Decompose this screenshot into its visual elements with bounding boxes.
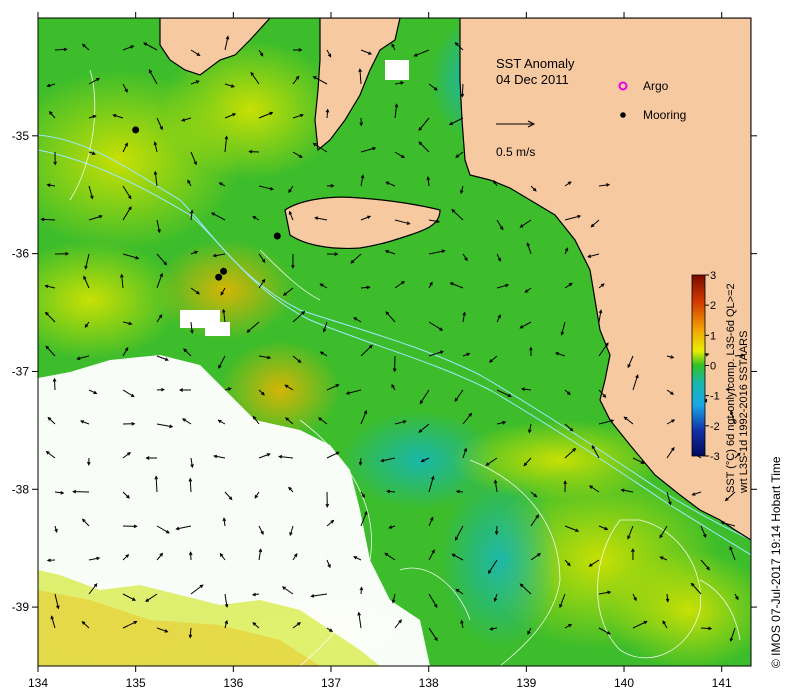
map-title: SST Anomaly (496, 56, 575, 71)
colorbar-ramp (691, 274, 706, 457)
colorbar-tick-label: 2 (710, 300, 716, 312)
x-tick-label: 135 (126, 676, 146, 690)
colorbar-tick-label: 1 (710, 330, 716, 342)
colorbar-tick-label: -3 (710, 451, 720, 463)
mooring-marker (273, 232, 281, 240)
colorbar-title-line1: SST (°C) 6d ngt-only comp. L3S-6d QL>=2 (725, 283, 737, 493)
mooring-marker (132, 126, 140, 134)
mooring-marker (215, 273, 223, 281)
map-date: 04 Dec 2011 (496, 72, 569, 87)
y-tick-label: -35 (12, 129, 30, 143)
scale-label: 0.5 m/s (496, 145, 535, 159)
y-tick-label: -36 (12, 247, 30, 261)
colorbar-title-line2: wrt L3S-1d 1992-2016 SSTAARS (738, 331, 750, 494)
x-tick-label: 137 (321, 676, 341, 690)
x-tick-label: 134 (28, 676, 48, 690)
argo-label: Argo (643, 79, 669, 93)
x-tick-label: 140 (614, 676, 634, 690)
x-tick-label: 136 (223, 676, 243, 690)
x-tick-label: 138 (419, 676, 439, 690)
x-tick-label: 139 (516, 676, 536, 690)
colorbar-tick-label: 0 (710, 361, 716, 373)
mooring-marker-icon (620, 112, 626, 118)
mooring-label: Mooring (643, 108, 686, 122)
y-tick-label: -37 (12, 364, 30, 378)
mooring-marker (220, 267, 228, 275)
colorbar-tick-label: -1 (710, 391, 720, 403)
credit-text: © IMOS 07-Jul-2017 19:14 Hobart Time (769, 456, 783, 668)
y-tick-label: -38 (12, 482, 30, 496)
sst-anomaly-map: 134 135 136 137 138 139 140 141 -35 -36 -37 -38 -39… (12, 12, 783, 690)
x-tick-label: 141 (712, 676, 732, 690)
colorbar-tick-label: -2 (710, 421, 720, 433)
y-tick-label: -39 (12, 600, 30, 614)
colorbar-tick-label: 3 (710, 270, 716, 282)
